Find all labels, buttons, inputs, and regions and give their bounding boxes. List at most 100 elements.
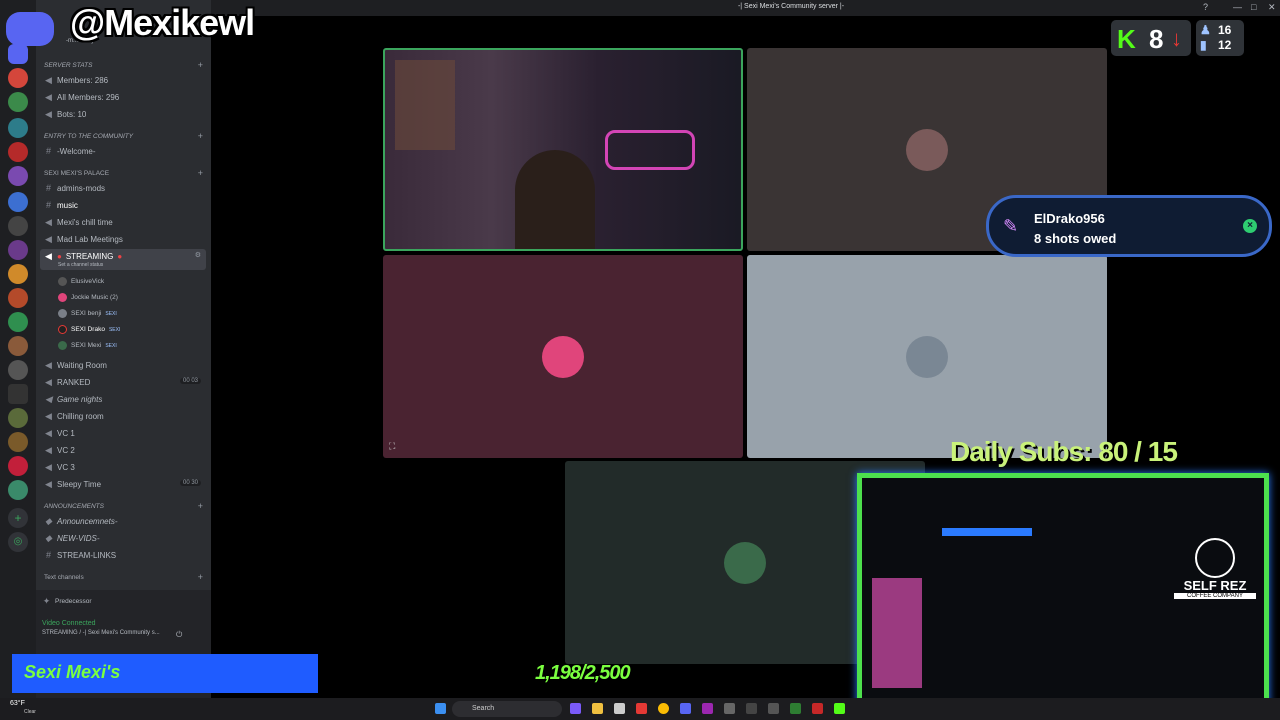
- megaphone-icon: ◆: [45, 533, 52, 543]
- add-channel-icon[interactable]: +: [198, 168, 203, 178]
- fullscreen-icon[interactable]: ⛶: [389, 441, 395, 452]
- channel-admins-mods[interactable]: # admins-mods: [44, 183, 105, 193]
- start-icon[interactable]: [435, 703, 446, 714]
- app-icon[interactable]: [724, 703, 735, 714]
- channel-vc3[interactable]: ◀ VC 3: [44, 462, 75, 473]
- channel-vc2[interactable]: ◀ VC 2: [44, 445, 75, 456]
- server-icon[interactable]: [8, 166, 28, 186]
- add-channel-icon[interactable]: +: [198, 572, 203, 582]
- server-icon[interactable]: [8, 118, 28, 138]
- server-icon[interactable]: [8, 264, 28, 284]
- hash-icon: #: [45, 200, 51, 210]
- voice-user[interactable]: SEXI benji SEXI: [58, 309, 117, 318]
- banner-text: Sexi Mexi's: [24, 662, 121, 682]
- folder-icon[interactable]: [592, 703, 603, 714]
- discord-icon[interactable]: [680, 703, 691, 714]
- help-icon[interactable]: ?: [1203, 2, 1208, 12]
- app-icon[interactable]: [570, 703, 581, 714]
- server-icon[interactable]: [8, 312, 28, 332]
- speaker-icon: ◀: [45, 360, 52, 370]
- channel-chill-time[interactable]: ◀ Mexi's chill time: [44, 217, 113, 228]
- notification-message: 8 shots owed: [1034, 231, 1117, 246]
- channel-sleepy-time[interactable]: ◀ Sleepy Time: [44, 479, 101, 490]
- search-box[interactable]: Search: [452, 701, 562, 717]
- close-icon[interactable]: ×: [1243, 219, 1257, 233]
- server-icon[interactable]: [8, 192, 28, 212]
- app-icon[interactable]: [702, 703, 713, 714]
- channel-welcome[interactable]: # -Welcome-: [44, 146, 96, 156]
- channel-members[interactable]: ◀ Members: 286: [44, 75, 108, 86]
- avatar: [58, 341, 67, 350]
- channel-ranked[interactable]: ◀ RANKED: [44, 377, 90, 388]
- server-icon[interactable]: [8, 216, 28, 236]
- weather-temp[interactable]: 63°F: [10, 700, 25, 707]
- channel-chilling-room[interactable]: ◀ Chilling room: [44, 411, 104, 422]
- server-icon[interactable]: [8, 92, 28, 112]
- channel-all-members[interactable]: ◀ All Members: 296: [44, 92, 119, 103]
- channel-status[interactable]: Set a channel status: [58, 262, 103, 268]
- server-icon[interactable]: [8, 480, 28, 500]
- notification-name: ElDrako956: [1034, 211, 1105, 226]
- channel-music[interactable]: # music: [44, 200, 78, 210]
- server-icon[interactable]: [8, 432, 28, 452]
- voice-user[interactable]: SEXI Drako SEXI: [58, 325, 120, 334]
- channel-announcements[interactable]: ◆ Announcemnets-: [44, 516, 117, 527]
- discover-icon[interactable]: ◎: [8, 532, 28, 552]
- user-count-badge: 00 30: [179, 480, 201, 486]
- channel-settings-icon[interactable]: ⚙: [195, 251, 201, 259]
- kick-icon[interactable]: [834, 703, 845, 714]
- server-icon[interactable]: [8, 240, 28, 260]
- video-tile-user[interactable]: ⛶: [383, 255, 743, 458]
- server-icon[interactable]: [8, 336, 28, 356]
- server-icon[interactable]: [8, 288, 28, 308]
- add-server-icon[interactable]: +: [8, 508, 28, 528]
- server-icon[interactable]: [8, 142, 28, 162]
- channel-waiting-room[interactable]: ◀ Waiting Room: [44, 360, 107, 371]
- add-channel-icon[interactable]: +: [198, 131, 203, 141]
- speaker-icon: ◀: [45, 251, 52, 261]
- server-icon[interactable]: [8, 384, 28, 404]
- speaker-icon: ◀: [45, 217, 52, 227]
- server-icon[interactable]: [8, 408, 28, 428]
- category-text-channels[interactable]: Text channels: [44, 574, 84, 581]
- bars-icon: ▮: [1200, 38, 1207, 52]
- minimize-button[interactable]: —: [1233, 2, 1242, 12]
- voice-location[interactable]: STREAMING / -| Sexi Mexi's Community s..…: [42, 630, 160, 636]
- app-icon[interactable]: [768, 703, 779, 714]
- channel-stream-links[interactable]: # STREAM-LINKS: [44, 550, 116, 560]
- video-tile-user[interactable]: [747, 255, 1107, 458]
- app-icon[interactable]: [790, 703, 801, 714]
- sponsor-logo: SELF REZ COFFEE COMPANY: [1174, 538, 1256, 608]
- activity-row[interactable]: ✦ Predecessor: [42, 596, 92, 607]
- app-icon[interactable]: [614, 703, 625, 714]
- server-icon[interactable]: [8, 360, 28, 380]
- channel-mad-lab[interactable]: ◀ Mad Lab Meetings: [44, 234, 123, 245]
- voice-user[interactable]: ElusiveVick: [58, 277, 104, 286]
- add-channel-icon[interactable]: +: [198, 501, 203, 511]
- channel-vc1[interactable]: ◀ VC 1: [44, 428, 75, 439]
- channel-game-nights[interactable]: ◀ Game nights: [44, 394, 102, 405]
- maximize-button[interactable]: □: [1251, 2, 1256, 12]
- disconnect-icon[interactable]: ⏻: [176, 630, 182, 640]
- category-announcements[interactable]: ANNOUNCEMENTS: [44, 503, 104, 510]
- close-button[interactable]: ✕: [1268, 2, 1276, 13]
- speaker-icon: ◀: [45, 234, 52, 244]
- app-icon[interactable]: [636, 703, 647, 714]
- voice-user[interactable]: SEXI Mexi SEXI: [58, 341, 117, 350]
- category-palace[interactable]: SEXI MEXI'S PALACE: [44, 170, 109, 177]
- voice-user[interactable]: Jockie Music (2): [58, 293, 118, 302]
- category-server-stats[interactable]: SERVER STATS: [44, 62, 92, 69]
- server-icon[interactable]: [8, 68, 28, 88]
- follower-goal: 1,198/2,500: [535, 662, 631, 684]
- channel-streaming[interactable]: ◀ ● STREAMING ●: [44, 251, 122, 262]
- add-channel-icon[interactable]: +: [198, 60, 203, 70]
- server-icon[interactable]: [8, 456, 28, 476]
- app-icon[interactable]: [812, 703, 823, 714]
- live-dot-icon: ●: [117, 252, 123, 261]
- channel-bots[interactable]: ◀ Bots: 10: [44, 109, 86, 120]
- video-tile-webcam[interactable]: [383, 48, 743, 251]
- category-entry[interactable]: ENTRY TO THE COMMUNITY: [44, 133, 133, 140]
- chrome-icon[interactable]: [658, 703, 669, 714]
- channel-new-vids[interactable]: ◆ NEW-VIDS-: [44, 533, 100, 544]
- app-icon[interactable]: [746, 703, 757, 714]
